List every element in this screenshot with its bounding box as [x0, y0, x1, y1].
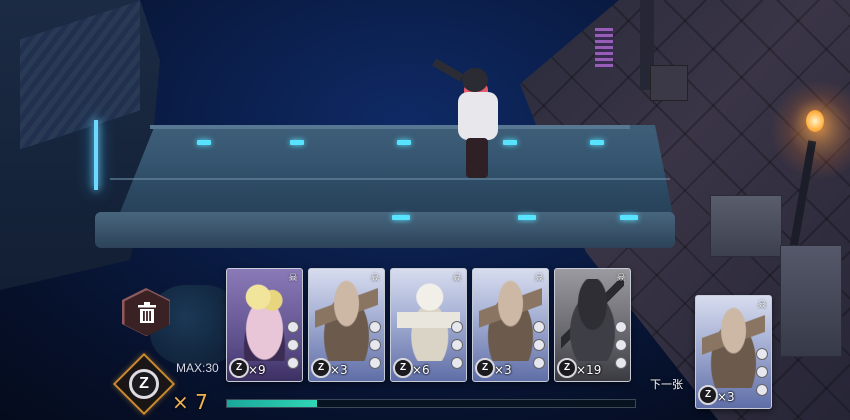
card-stat-icon [756, 384, 768, 396]
card-stat-icon [451, 357, 463, 369]
z-coin-icon: Z [311, 358, 331, 378]
card-count: ×9 [248, 363, 266, 377]
skull-icon: ☠ [288, 271, 298, 284]
card-stat-icon [533, 357, 545, 369]
card-art-girl [233, 279, 296, 361]
z-currency-count: × 7 [172, 390, 208, 414]
bridge-stripe [110, 178, 670, 180]
card-stat-icon [287, 321, 299, 333]
card-stat-icon [451, 321, 463, 333]
bridge-light [397, 140, 411, 145]
card-stat-icon [533, 339, 545, 351]
skull-icon: ☠ [534, 271, 544, 284]
character-legs [466, 138, 488, 178]
card-stat-icon [615, 321, 627, 333]
card-stat-icon [756, 348, 768, 360]
bridge-pipe [95, 212, 675, 248]
crate [780, 245, 842, 357]
unit-card[interactable]: ☠ Z ×3 [695, 295, 772, 409]
street-lamp [806, 110, 824, 132]
z-coin-icon: Z [698, 385, 718, 405]
character-helmet [462, 68, 488, 92]
skull-icon: ☠ [370, 271, 380, 284]
energy-bar-fill [227, 400, 317, 407]
z-currency-badge: Z [112, 352, 176, 416]
card-stat-icon [615, 357, 627, 369]
card-count: ×3 [494, 363, 512, 377]
next-card-slot: ☠ Z ×3 [695, 295, 772, 409]
z-coin-icon: Z [229, 358, 249, 378]
card-stat-icon [756, 366, 768, 378]
bridge-light [197, 140, 211, 145]
unit-card[interactable]: ☠ Z ×9 [226, 268, 303, 382]
character-gun [432, 58, 464, 82]
skull-icon: ☠ [452, 271, 462, 284]
energy-bar [226, 399, 636, 408]
bridge-rail [150, 125, 630, 129]
card-art-creature [479, 279, 542, 361]
neon-strip [94, 120, 98, 190]
card-stat-icon [451, 339, 463, 351]
max-label: MAX:30 [176, 361, 219, 375]
next-card-label: 下一张 [650, 378, 683, 391]
z-coin-icon: Z [129, 369, 159, 399]
unit-card[interactable]: ☠ Z ×3 [472, 268, 549, 382]
bridge-light [518, 215, 536, 220]
card-hand: ☠ Z ×9 ☠ Z ×3 ☠ Z ×6 ☠ Z ×3 ☠ Z ×19 [226, 268, 631, 382]
card-stat-icon [533, 321, 545, 333]
bridge-light [392, 215, 410, 220]
pink-coil [595, 28, 613, 68]
card-count: ×6 [412, 363, 430, 377]
small-crate [650, 65, 688, 101]
z-coin-icon: Z [557, 358, 577, 378]
card-count: ×3 [330, 363, 348, 377]
character-body [458, 92, 498, 140]
trash-icon [138, 302, 156, 323]
z-coin-icon: Z [393, 358, 413, 378]
bridge-light [590, 140, 604, 145]
player-character[interactable] [432, 58, 512, 180]
z-coin-icon: Z [475, 358, 495, 378]
card-art-astronaut [397, 279, 460, 361]
unit-card[interactable]: ☠ Z ×3 [308, 268, 385, 382]
crate [710, 195, 782, 257]
card-art-creature [315, 279, 378, 361]
card-count: ×3 [717, 390, 735, 404]
unit-card[interactable]: ☠ Z ×19 [554, 268, 631, 382]
card-art-creature [702, 306, 765, 388]
card-stat-icon [369, 357, 381, 369]
skull-icon: ☠ [616, 271, 626, 284]
card-stat-icon [287, 357, 299, 369]
unit-card[interactable]: ☠ Z ×6 [390, 268, 467, 382]
bridge-light [620, 215, 638, 220]
skull-icon: ☠ [757, 298, 767, 311]
card-count: ×19 [576, 363, 602, 377]
card-stat-icon [369, 321, 381, 333]
card-stat-icon [615, 339, 627, 351]
card-art-mech [561, 279, 624, 361]
bridge-light [290, 140, 304, 145]
card-stat-icon [287, 339, 299, 351]
card-stat-icon [369, 339, 381, 351]
